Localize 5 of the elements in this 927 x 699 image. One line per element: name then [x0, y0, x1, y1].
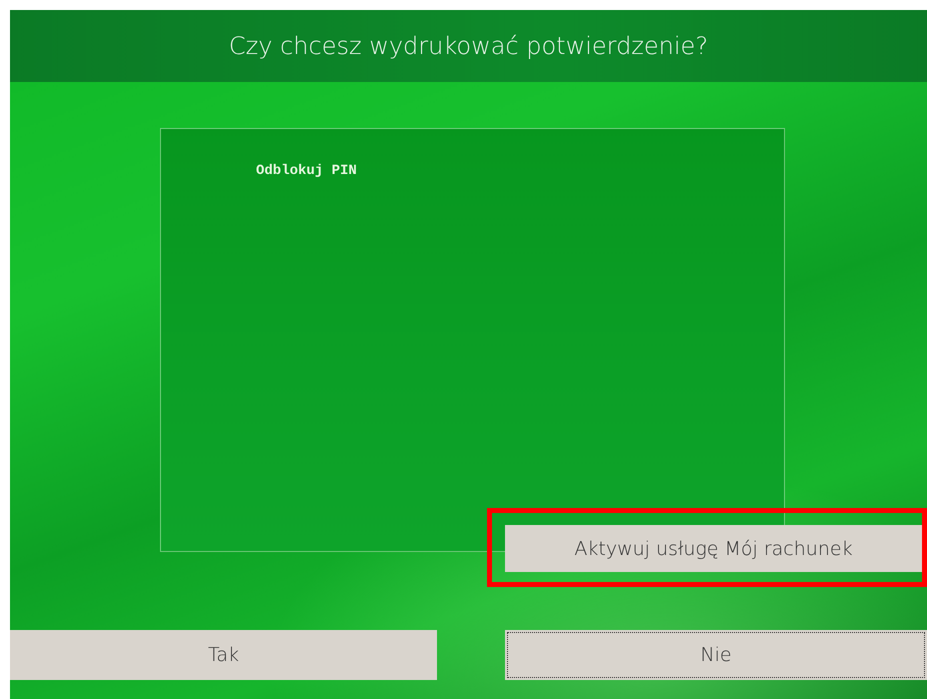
answer-button[interactable]: Tak	[10, 630, 437, 680]
answer-button[interactable]: Nie	[505, 630, 927, 680]
receipt-line: Odblokuj PIN	[256, 163, 358, 179]
activate-service-button[interactable]: Aktywuj usługę Mój rachunek	[505, 525, 922, 572]
screen-title: Czy chcesz wydrukować potwierdzenie?	[228, 32, 708, 60]
